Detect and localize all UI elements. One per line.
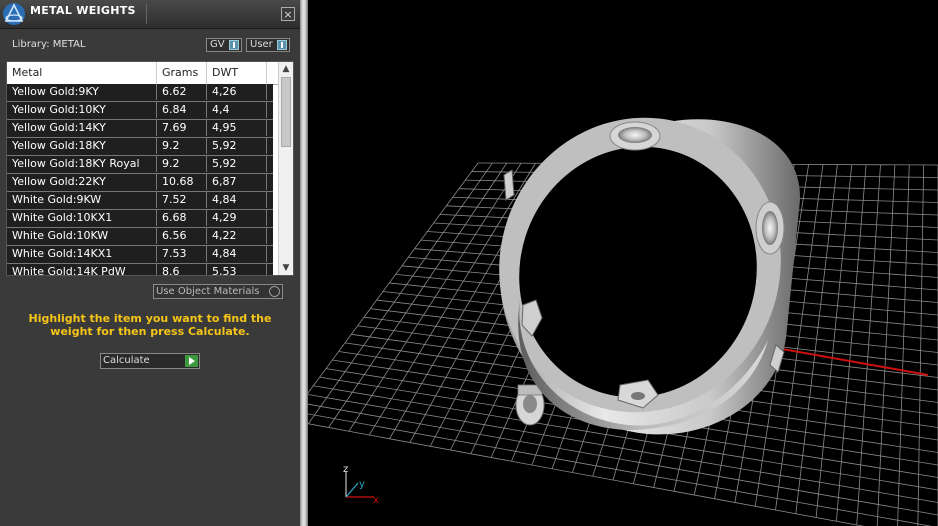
3d-viewport[interactable]: z y x	[308, 0, 938, 526]
table-row[interactable]: Yellow Gold:10KY 6.84 4,4	[7, 102, 273, 120]
table-row[interactable]: Yellow Gold:18KY 9.2 5,92	[7, 138, 273, 156]
scroll-down-arrow-icon[interactable]: ▼	[279, 261, 293, 275]
cell-metal: Yellow Gold:14KY	[7, 120, 157, 136]
cell-metal: White Gold:10KW	[7, 228, 157, 244]
cell-metal: White Gold:10KX1	[7, 210, 157, 226]
library-label: Library: METAL	[12, 39, 86, 50]
window-title: METAL WEIGHTS	[30, 4, 136, 17]
cell-dwt: 4,95	[207, 120, 267, 136]
toggle-switch-icon	[229, 40, 239, 50]
cell-grams: 7.53	[157, 246, 207, 262]
close-button[interactable]: ×	[281, 7, 295, 21]
cell-grams: 6.68	[157, 210, 207, 226]
ring-hole-top	[609, 121, 661, 151]
cell-dwt: 4,29	[207, 210, 267, 226]
table-header: Metal Grams DWT	[7, 62, 279, 85]
column-header-metal[interactable]: Metal	[7, 62, 157, 84]
cell-dwt: 4,26	[207, 84, 267, 100]
table-row[interactable]: Yellow Gold:9KY 6.62 4,26	[7, 84, 273, 102]
cell-metal: Yellow Gold:18KY	[7, 138, 157, 154]
cell-grams: 6.56	[157, 228, 207, 244]
scroll-thumb[interactable]	[281, 77, 291, 147]
user-toggle[interactable]: User	[246, 38, 290, 52]
cell-grams: 7.52	[157, 192, 207, 208]
axis-gizmo: z y x	[343, 464, 379, 506]
ring-model	[499, 117, 801, 435]
use-object-materials-checkbox[interactable]: Use Object Materials	[153, 284, 283, 299]
panel-splitter[interactable]	[300, 0, 308, 526]
metal-table: Metal Grams DWT Yellow Gold:9KY 6.62 4,26 Y…	[6, 61, 294, 276]
cell-dwt: 4,22	[207, 228, 267, 244]
cell-metal: White Gold:14K PdW	[7, 264, 157, 275]
cell-grams: 6.84	[157, 102, 207, 118]
cell-metal: Yellow Gold:22KY	[7, 174, 157, 190]
cell-grams: 7.69	[157, 120, 207, 136]
table-row[interactable]: Yellow Gold:14KY 7.69 4,95	[7, 120, 273, 138]
cell-grams: 6.62	[157, 84, 207, 100]
ring-setting-part	[515, 384, 545, 426]
app-logo-icon	[3, 3, 25, 25]
play-arrow-icon	[185, 355, 198, 367]
cell-dwt: 5,92	[207, 156, 267, 172]
use-object-materials-label: Use Object Materials	[156, 286, 260, 297]
cell-metal: Yellow Gold:9KY	[7, 84, 157, 100]
cell-metal: White Gold:9KW	[7, 192, 157, 208]
axis-y-label: y	[359, 479, 365, 490]
table-row[interactable]: White Gold:14KX1 7.53 4,84	[7, 246, 273, 264]
table-row[interactable]: Yellow Gold:18KY Royal 9.2 5,92	[7, 156, 273, 174]
title-divider	[146, 4, 147, 24]
cell-grams: 9.2	[157, 138, 207, 154]
table-row[interactable]: White Gold:14K PdW 8.6 5,53	[7, 264, 273, 275]
table-body: Yellow Gold:9KY 6.62 4,26 Yellow Gold:10KY 6…	[7, 84, 273, 275]
user-toggle-label: User	[250, 39, 273, 50]
table-row[interactable]: White Gold:9KW 7.52 4,84	[7, 192, 273, 210]
cell-grams: 8.6	[157, 264, 207, 275]
title-bar[interactable]: METAL WEIGHTS ×	[0, 0, 300, 29]
cell-metal: White Gold:14KX1	[7, 246, 157, 262]
axis-z-label: z	[343, 464, 348, 475]
axis-x-label: x	[373, 495, 379, 506]
column-header-grams[interactable]: Grams	[157, 62, 207, 84]
cell-grams: 10.68	[157, 174, 207, 190]
cell-dwt: 4,84	[207, 192, 267, 208]
cell-dwt: 4,84	[207, 246, 267, 262]
table-row[interactable]: White Gold:10KW 6.56 4,22	[7, 228, 273, 246]
table-row[interactable]: White Gold:10KX1 6.68 4,29	[7, 210, 273, 228]
radio-icon	[269, 286, 280, 297]
grid-line	[876, 164, 896, 526]
scroll-up-arrow-icon[interactable]: ▲	[279, 62, 293, 76]
grid-line	[308, 162, 479, 394]
column-header-dwt[interactable]: DWT	[207, 62, 267, 84]
cell-metal: Yellow Gold:10KY	[7, 102, 157, 118]
gv-toggle[interactable]: GV	[206, 38, 242, 52]
metal-weights-panel: METAL WEIGHTS × Library: METAL GV User M…	[0, 0, 300, 526]
grid-line	[917, 164, 925, 526]
cell-grams: 9.2	[157, 156, 207, 172]
viewport-canvas: z y x	[308, 117, 938, 526]
gv-toggle-label: GV	[210, 39, 225, 50]
instructions-text: Highlight the item you want to find the …	[28, 312, 272, 338]
table-row[interactable]: Yellow Gold:22KY 10.68 6,87	[7, 174, 273, 192]
calculate-button[interactable]: Calculate	[100, 353, 200, 369]
calculate-label: Calculate	[103, 355, 150, 366]
ring-hole-right	[755, 201, 785, 255]
cell-dwt: 4,4	[207, 102, 267, 118]
cell-dwt: 5,92	[207, 138, 267, 154]
toggle-switch-icon	[277, 40, 287, 50]
cell-dwt: 5,53	[207, 264, 267, 275]
table-scrollbar[interactable]: ▲ ▼	[278, 62, 293, 275]
cell-metal: Yellow Gold:18KY Royal	[7, 156, 157, 172]
cell-dwt: 6,87	[207, 174, 267, 190]
